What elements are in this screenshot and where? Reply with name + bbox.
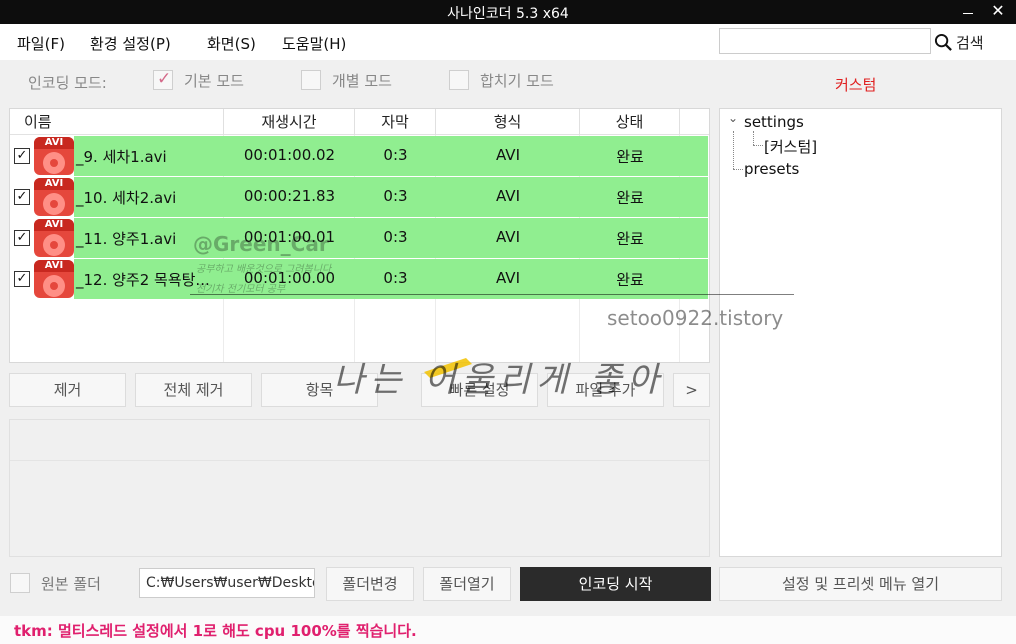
minimize-button[interactable] xyxy=(961,4,975,18)
file-subtitle: 0:3 xyxy=(383,187,408,205)
avi-file-icon: AVI xyxy=(34,260,74,298)
file-status: 완료 xyxy=(616,230,644,248)
search-icon xyxy=(934,33,952,51)
menu-view[interactable]: 화면(S) xyxy=(207,33,256,54)
avi-file-icon: AVI xyxy=(34,219,74,257)
col-status[interactable]: 상태 xyxy=(580,109,680,135)
search-label: 검색 xyxy=(956,33,984,52)
start-encoding-button[interactable]: 인코딩 시작 xyxy=(520,567,711,601)
add-file-button[interactable]: 파일 추가 xyxy=(547,373,664,407)
source-folder-checkbox[interactable] xyxy=(10,573,30,593)
file-duration: 00:01:00.02 xyxy=(243,146,336,164)
table-row[interactable]: ✓ AVI _11. 양주1.avi 00:01:00.01 0:3 AVI 완… xyxy=(10,218,709,259)
basic-mode-checkbox[interactable] xyxy=(153,69,173,90)
quick-settings-button[interactable]: 빠른 설정 xyxy=(421,373,538,407)
window-title: 사나인코더 5.3 x64 xyxy=(447,6,569,22)
tree-node-presets[interactable]: presets xyxy=(744,160,799,178)
folder-change-button[interactable]: 폴더변경 xyxy=(326,567,414,601)
row-checkbox[interactable]: ✓ xyxy=(14,189,30,205)
file-name: _12. 양주2 목욕탕... xyxy=(76,271,210,289)
individual-mode-checkbox[interactable] xyxy=(301,70,321,90)
folder-open-button[interactable]: 폴더열기 xyxy=(423,567,511,601)
status-bar: tkm: 멀티스레드 설정에서 1로 해도 cpu 100%를 찍습니다. xyxy=(0,616,1016,644)
file-duration: 00:01:00.01 xyxy=(243,228,336,246)
col-subtitle[interactable]: 자막 xyxy=(355,109,436,135)
menu-preferences[interactable]: 환경 설정(P) xyxy=(90,33,171,54)
menu-file[interactable]: 파일(F) xyxy=(17,33,65,54)
log-area xyxy=(9,419,710,557)
encoding-mode-label: 인코딩 모드: xyxy=(28,74,107,92)
row-checkbox[interactable]: ✓ xyxy=(14,148,30,164)
tree-node-settings[interactable]: settings xyxy=(744,113,804,131)
tree-node-custom[interactable]: [커스텀] xyxy=(764,136,817,157)
status-text: tkm: 멀티스레드 설정에서 1로 해도 cpu 100%를 찍습니다. xyxy=(14,622,417,640)
file-table[interactable]: 이름 재생시간 자막 형식 상태 ✓ AVI _9. 세차1.avi 00:01… xyxy=(9,108,710,363)
table-row[interactable]: ✓ AVI _9. 세차1.avi 00:01:00.02 0:3 AVI 완료 xyxy=(10,136,709,177)
file-name: _9. 세차1.avi xyxy=(76,148,167,166)
file-format: AVI xyxy=(496,146,520,164)
open-settings-menu-button[interactable]: 설정 및 프리셋 메뉴 열기 xyxy=(719,567,1002,601)
avi-file-icon: AVI xyxy=(34,137,74,175)
output-path-input[interactable]: C:₩Users₩user₩Deskto xyxy=(139,568,315,598)
file-subtitle: 0:3 xyxy=(383,146,408,164)
item-button[interactable]: 항목 xyxy=(261,373,378,407)
merge-mode-label: 합치기 모드 xyxy=(480,72,554,90)
remove-all-button[interactable]: 전체 제거 xyxy=(135,373,252,407)
file-status: 완료 xyxy=(616,189,644,207)
remove-button[interactable]: 제거 xyxy=(9,373,126,407)
file-name: _10. 세차2.avi xyxy=(76,189,177,207)
col-name[interactable]: 이름 xyxy=(10,109,224,135)
title-bar: 사나인코더 5.3 x64 ✕ xyxy=(0,0,1016,24)
col-duration[interactable]: 재생시간 xyxy=(224,109,355,135)
file-status: 완료 xyxy=(616,271,644,289)
table-row[interactable]: ✓ AVI _12. 양주2 목욕탕... 00:01:00.00 0:3 AV… xyxy=(10,259,709,300)
table-header: 이름 재생시간 자막 형식 상태 xyxy=(10,109,709,135)
row-checkbox[interactable]: ✓ xyxy=(14,271,30,287)
more-button[interactable]: > xyxy=(673,373,710,407)
close-button[interactable]: ✕ xyxy=(989,1,1007,21)
avi-file-icon: AVI xyxy=(34,178,74,216)
chevron-down-icon[interactable]: ⌄ xyxy=(728,111,738,125)
file-subtitle: 0:3 xyxy=(383,269,408,287)
menu-help[interactable]: 도움말(H) xyxy=(282,33,346,54)
merge-mode-checkbox[interactable] xyxy=(449,70,469,90)
file-status: 완료 xyxy=(616,148,644,166)
basic-mode-label: 기본 모드 xyxy=(184,72,244,90)
search-input[interactable] xyxy=(719,28,931,54)
col-format[interactable]: 형식 xyxy=(436,109,580,135)
file-subtitle: 0:3 xyxy=(383,228,408,246)
file-format: AVI xyxy=(496,187,520,205)
preset-title: 커스텀 xyxy=(835,76,877,94)
file-duration: 00:01:00.00 xyxy=(243,269,336,287)
file-duration: 00:00:21.83 xyxy=(243,187,336,205)
row-checkbox[interactable]: ✓ xyxy=(14,230,30,246)
file-format: AVI xyxy=(496,269,520,287)
search-button[interactable]: 검색 xyxy=(934,30,984,54)
file-format: AVI xyxy=(496,228,520,246)
table-row[interactable]: ✓ AVI _10. 세차2.avi 00:00:21.83 0:3 AVI 완… xyxy=(10,177,709,218)
individual-mode-label: 개별 모드 xyxy=(332,72,392,90)
source-folder-label: 원본 폴더 xyxy=(41,575,101,593)
preset-tree[interactable]: ⌄ settings [커스텀] presets xyxy=(719,108,1002,557)
file-name: _11. 양주1.avi xyxy=(76,230,177,248)
